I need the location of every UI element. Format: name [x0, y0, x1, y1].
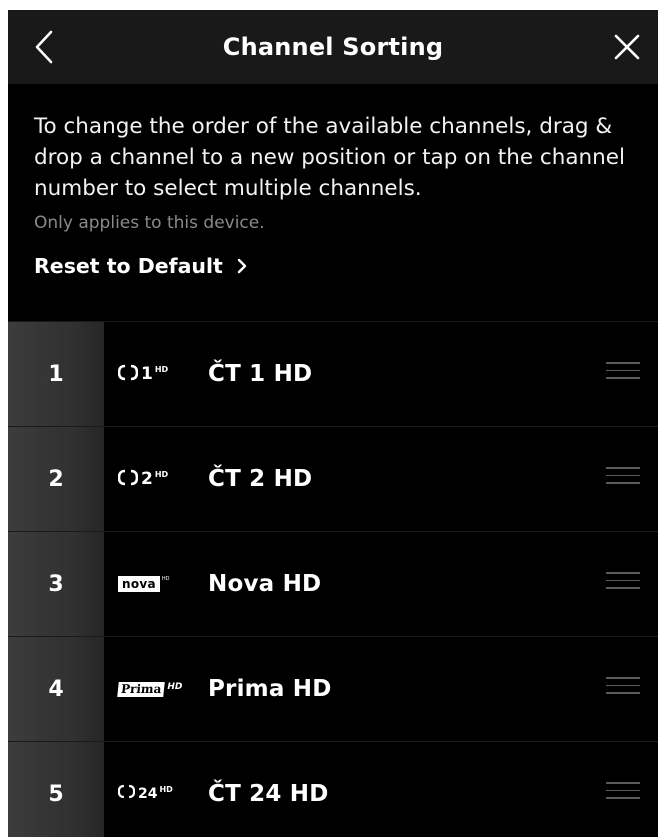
ct2-logo: 2 HD — [118, 464, 200, 494]
header-bar: Channel Sorting — [8, 10, 658, 84]
drag-handle-icon[interactable] — [606, 467, 640, 489]
intro-section: To change the order of the available cha… — [8, 84, 658, 278]
channel-name: ČT 1 HD — [208, 361, 313, 387]
nova-logo: nova HD — [118, 569, 200, 599]
ct24-logo: 24 HD — [118, 779, 200, 809]
channel-number[interactable]: 4 — [8, 637, 104, 741]
logo-hd: HD — [154, 365, 169, 374]
page-title: Channel Sorting — [222, 33, 444, 61]
channel-name: Prima HD — [208, 676, 332, 702]
channel-row[interactable]: 5 24 HD ČT 24 HD — [8, 742, 658, 837]
reset-label: Reset to Default — [34, 254, 223, 278]
channel-number[interactable]: 5 — [8, 742, 104, 837]
logo-hd: HD — [167, 681, 183, 692]
channel-row[interactable]: 4 Prima HD Prima HD — [8, 637, 658, 742]
drag-handle-icon[interactable] — [606, 677, 640, 699]
prima-logo: Prima HD — [117, 674, 200, 704]
drag-handle-icon[interactable] — [606, 572, 640, 594]
back-button[interactable] — [22, 24, 66, 70]
channel-row[interactable]: 2 2 HD ČT 2 HD — [8, 427, 658, 532]
chevron-right-icon — [237, 258, 247, 274]
channel-number[interactable]: 2 — [8, 427, 104, 531]
logo-hd: HD — [154, 470, 169, 479]
channel-name: Nova HD — [208, 571, 322, 597]
nova-logo-text: nova — [118, 576, 160, 592]
channel-name: ČT 24 HD — [208, 781, 329, 807]
chevron-left-icon — [35, 30, 53, 64]
prima-logo-text: Prima — [117, 681, 166, 697]
ct-logo-mark — [118, 784, 135, 799]
drag-handle-icon[interactable] — [606, 782, 640, 804]
logo-hd: HD — [161, 576, 170, 582]
instructions-text: To change the order of the available cha… — [34, 114, 625, 201]
channel-name: ČT 2 HD — [208, 466, 313, 492]
logo-number: 2 — [141, 469, 153, 489]
logo-number: 24 — [138, 786, 158, 802]
reset-to-default-link[interactable]: Reset to Default — [34, 254, 247, 278]
close-icon — [614, 34, 640, 60]
channel-row[interactable]: 1 1 HD ČT 1 HD — [8, 321, 658, 427]
ct1-logo: 1 HD — [118, 359, 200, 389]
logo-number: 1 — [141, 364, 153, 384]
channel-sorting-screen: Channel Sorting To change the order of t… — [8, 10, 658, 837]
ct-logo-mark — [118, 364, 138, 381]
channel-number[interactable]: 1 — [8, 322, 104, 426]
channel-list: 1 1 HD ČT 1 HD 2 2 HD ČT 2 HD 3 nova HD … — [8, 321, 658, 837]
drag-handle-icon[interactable] — [606, 362, 640, 384]
close-button[interactable] — [604, 24, 650, 70]
ct-logo-mark — [118, 469, 138, 486]
device-note: Only applies to this device. — [34, 213, 265, 233]
channel-number[interactable]: 3 — [8, 532, 104, 636]
logo-hd: HD — [159, 785, 173, 794]
channel-row[interactable]: 3 nova HD Nova HD — [8, 532, 658, 637]
